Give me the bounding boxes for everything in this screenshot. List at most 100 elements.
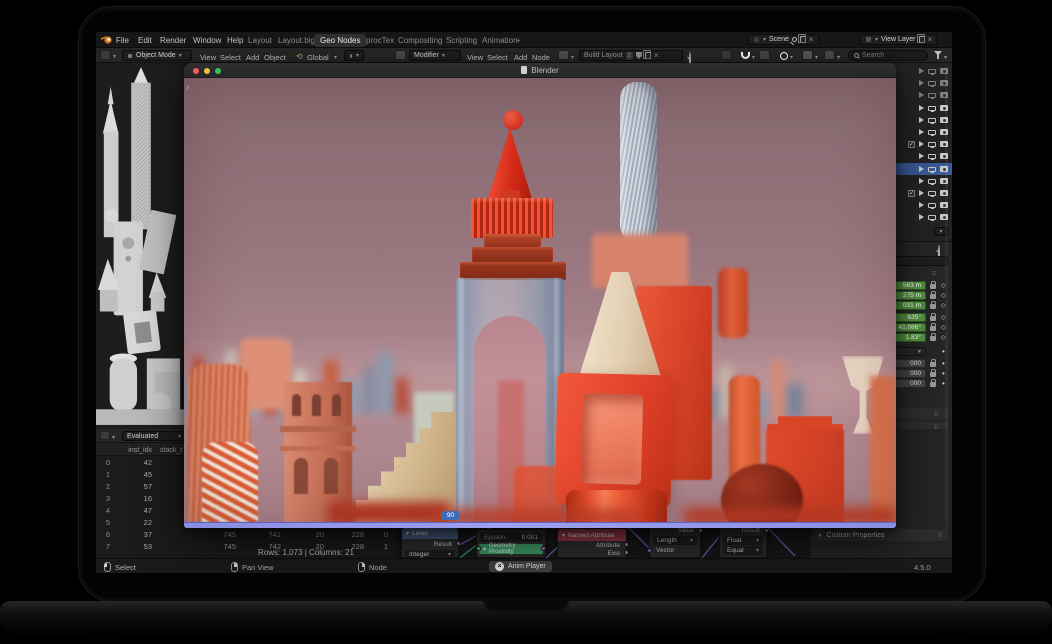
outliner-row[interactable] (892, 150, 952, 162)
viewport-menu-object[interactable]: Object (264, 53, 286, 62)
close-icon[interactable]: × (928, 36, 933, 44)
users-count-badge[interactable]: 2 (626, 52, 633, 60)
lock-icon[interactable] (930, 284, 936, 289)
viewport-3d-clay-strip[interactable] (96, 63, 184, 429)
snap-target-icon[interactable] (759, 50, 770, 60)
socket-icon[interactable] (624, 542, 629, 547)
hide-viewport-icon[interactable] (928, 191, 936, 196)
orientation-label[interactable]: Global (307, 53, 329, 62)
selectable-cursor-icon[interactable] (919, 190, 924, 196)
tab-animation[interactable]: Animation (482, 36, 518, 45)
render-window[interactable]: Blender (184, 63, 896, 528)
hide-viewport-icon[interactable] (928, 215, 936, 220)
selectable-cursor-icon[interactable] (919, 202, 924, 208)
selectable-cursor-icon[interactable] (919, 92, 924, 98)
node-dropdown-equal[interactable]: Equal ▾ (723, 546, 763, 555)
collection-icon[interactable] (824, 50, 835, 60)
socket-icon[interactable] (476, 546, 481, 551)
node-menu-select[interactable]: Select (487, 53, 508, 62)
stop-x-icon[interactable]: × (495, 562, 504, 571)
copy-icon[interactable] (800, 36, 806, 43)
viewport-menu-add[interactable]: Add (246, 53, 259, 62)
outliner-row[interactable] (892, 77, 952, 89)
node-tree-icon[interactable] (558, 50, 569, 60)
outliner-row[interactable] (892, 89, 952, 101)
editor-type-node-icon[interactable] (395, 50, 406, 60)
outliner-row[interactable] (892, 211, 952, 223)
hide-viewport-icon[interactable] (928, 81, 936, 86)
node-tree-type-dropdown[interactable]: Modifier ▾ (409, 50, 461, 61)
spreadsheet-editor-type-icon[interactable] (100, 431, 110, 440)
selectable-cursor-icon[interactable] (919, 68, 924, 74)
menu-help[interactable]: Help (227, 36, 243, 45)
pivot-point-dropdown[interactable]: ▾ (344, 50, 364, 61)
frame-number-badge[interactable]: 90 (442, 511, 459, 520)
checkbox-icon[interactable] (908, 141, 915, 148)
viewport-menu-view[interactable]: View (200, 53, 216, 62)
hide-viewport-icon[interactable] (928, 154, 936, 159)
dataset-dropdown[interactable]: Evaluated ▾ (122, 431, 186, 441)
socket-icon[interactable] (647, 548, 652, 553)
selectable-cursor-icon[interactable] (919, 214, 924, 220)
menu-render[interactable]: Render (160, 36, 186, 45)
node-vector-math[interactable]: Value Length ▾ Vector (649, 525, 701, 558)
add-workspace-button[interactable]: + (516, 36, 521, 45)
lock-icon[interactable] (930, 372, 936, 377)
hide-viewport-icon[interactable] (928, 93, 936, 98)
hide-viewport-icon[interactable] (928, 179, 936, 184)
column-header-inst-idx[interactable]: inst_idx (116, 447, 152, 454)
object-mode-dropdown[interactable]: Object Mode ▾ (122, 50, 192, 61)
outliner-row[interactable] (892, 175, 952, 187)
hide-viewport-icon[interactable] (928, 69, 936, 74)
outliner-row[interactable] (892, 126, 952, 138)
lock-icon[interactable] (930, 304, 936, 309)
selectable-cursor-icon[interactable] (919, 117, 924, 123)
view-layer-selector[interactable]: ▾ View Layer × (860, 34, 937, 45)
node-menu-add[interactable]: Add (514, 53, 527, 62)
node-named-attribute[interactable]: ▾ Named Attribute Attribute Exis (557, 528, 627, 558)
parent-snap-icon[interactable] (721, 50, 732, 60)
pin-icon[interactable] (792, 37, 797, 42)
custom-properties-panel[interactable]: ▸ Custom Properties ⠿ (814, 529, 948, 541)
outliner-row-selected[interactable] (892, 163, 952, 175)
outliner-row[interactable] (892, 199, 952, 211)
outliner-row[interactable] (892, 138, 952, 150)
close-icon[interactable]: × (654, 52, 659, 60)
lock-icon[interactable] (930, 382, 936, 387)
socket-icon[interactable] (698, 528, 703, 533)
render-window-titlebar[interactable]: Blender (184, 63, 896, 78)
outliner-row[interactable] (892, 114, 952, 126)
copy-icon[interactable] (645, 52, 651, 59)
outliner-search-input[interactable]: Search (848, 50, 928, 61)
hide-viewport-icon[interactable] (928, 106, 936, 111)
hide-viewport-icon[interactable] (928, 118, 936, 123)
spreadsheet-row[interactable]: 637 745741 20228 00 (96, 530, 396, 542)
socket-icon[interactable] (624, 550, 629, 555)
selectable-cursor-icon[interactable] (919, 129, 924, 135)
node-level-header[interactable]: ▾ Level (402, 528, 458, 539)
menu-edit[interactable]: Edit (138, 36, 152, 45)
node-field-epsilon[interactable]: Epsilon 0.001 (480, 533, 542, 542)
timeline-band[interactable] (184, 522, 896, 528)
node-proximity-header[interactable]: ▾ Geometry Proximity (479, 544, 543, 554)
selectable-cursor-icon[interactable] (919, 153, 924, 159)
socket-icon[interactable] (764, 528, 769, 533)
anim-player-button[interactable]: × Anim Player (489, 561, 552, 572)
node-dropdown-float[interactable]: Float ▾ (723, 536, 763, 545)
menu-window[interactable]: Window (193, 36, 221, 45)
socket-icon[interactable] (541, 546, 546, 551)
selectable-cursor-icon[interactable] (919, 141, 924, 147)
node-named-attribute-header[interactable]: ▾ Named Attribute (558, 529, 626, 541)
hide-viewport-icon[interactable] (928, 167, 936, 172)
fake-user-shield-icon[interactable] (636, 52, 642, 59)
node-menu-node[interactable]: Node (532, 53, 550, 62)
selectable-cursor-icon[interactable] (919, 105, 924, 111)
tab-layout[interactable]: Layout (248, 36, 272, 45)
socket-icon[interactable] (456, 541, 461, 546)
selectable-cursor-icon[interactable] (919, 178, 924, 184)
selectable-cursor-icon[interactable] (919, 80, 924, 86)
lock-icon[interactable] (930, 336, 936, 341)
node-tree-name-field[interactable]: Build Layout 2 × (579, 50, 683, 61)
outliner-row[interactable] (892, 102, 952, 114)
node-geometry-proximity[interactable]: Epsilon 0.001 ▾ Geometry Proximity (476, 529, 546, 558)
